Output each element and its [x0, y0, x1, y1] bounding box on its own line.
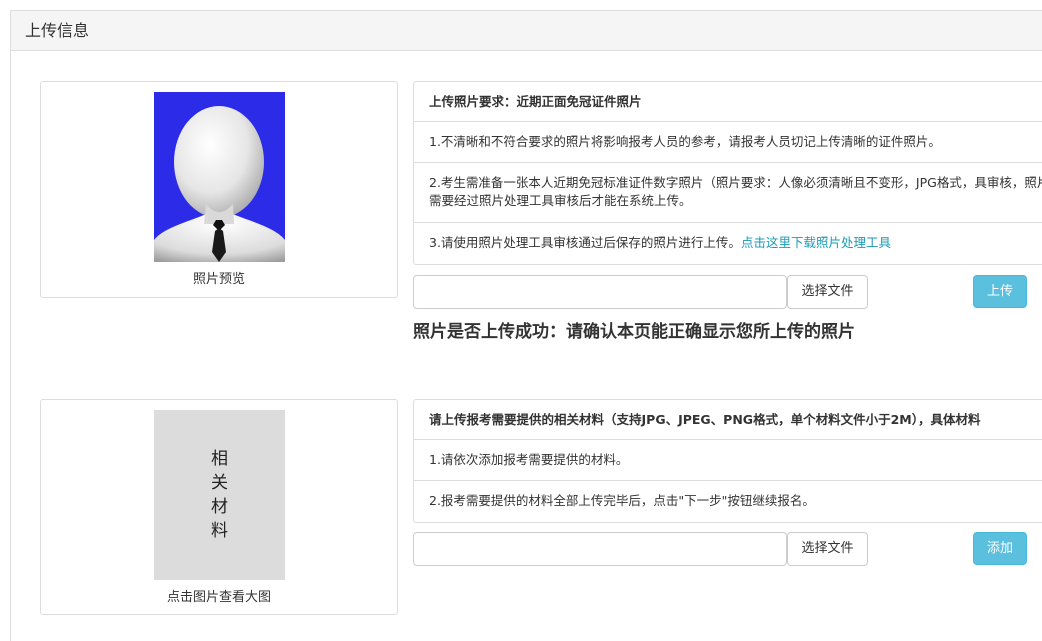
photo-upload-button[interactable]: 上传 — [973, 275, 1027, 308]
material-requirements-list: 请上传报考需要提供的相关材料（支持JPG、JPEG、PNG格式，单个材料文件小于… — [413, 399, 1042, 523]
material-placeholder-text: 相关材料 — [211, 449, 228, 541]
photo-preview-image — [154, 92, 285, 262]
material-preview-caption: 点击图片查看大图 — [166, 590, 271, 605]
photo-requirement-2: 2.考生需准备一张本人近期免冠标准证件数字照片（照片要求：人像必须清晰且不变形，… — [414, 163, 1042, 223]
photo-requirements-list: 上传照片要求：近期正面免冠证件照片 1.不清晰和不符合要求的照片将影响报考人员的… — [413, 81, 1042, 265]
photo-preview-box: 照片预览 — [40, 81, 398, 298]
photo-file-path-field[interactable] — [413, 275, 787, 309]
material-requirement-1: 1.请依次添加报考需要提供的材料。 — [414, 440, 1042, 481]
material-add-button[interactable]: 添加 — [973, 532, 1027, 565]
panel-title: 上传信息 — [11, 11, 1042, 51]
photo-requirement-1: 1.不清晰和不符合要求的照片将影响报考人员的参考，请报考人员切记上传清晰的证件照… — [414, 122, 1042, 163]
photo-requirements-heading: 上传照片要求：近期正面免冠证件照片 — [414, 82, 1042, 122]
material-preview-image[interactable]: 相关材料 — [154, 410, 285, 580]
material-preview-box: 相关材料 点击图片查看大图 — [40, 399, 398, 615]
download-tool-link[interactable]: 点击这里下载照片处理工具 — [741, 235, 891, 250]
photo-choose-file-button[interactable]: 选择文件 — [787, 275, 868, 309]
material-requirements-heading: 请上传报考需要提供的相关材料（支持JPG、JPEG、PNG格式，单个材料文件小于… — [414, 400, 1042, 440]
photo-upload-notice: 照片是否上传成功：请确认本页能正确显示您所上传的照片 — [413, 322, 855, 342]
photo-requirement-3: 3.请使用照片处理工具审核通过后保存的照片进行上传。点击这里下载照片处理工具 — [414, 223, 1042, 264]
photo-preview-caption: 照片预览 — [192, 272, 245, 287]
material-requirement-2: 2.报考需要提供的材料全部上传完毕后，点击"下一步"按钮继续报名。 — [429, 493, 815, 508]
material-file-path-field[interactable] — [413, 532, 787, 566]
material-choose-file-button[interactable]: 选择文件 — [787, 532, 868, 566]
photo-requirement-3-text: 3.请使用照片处理工具审核通过后保存的照片进行上传。 — [429, 235, 741, 250]
avatar-figure-icon — [154, 106, 285, 262]
